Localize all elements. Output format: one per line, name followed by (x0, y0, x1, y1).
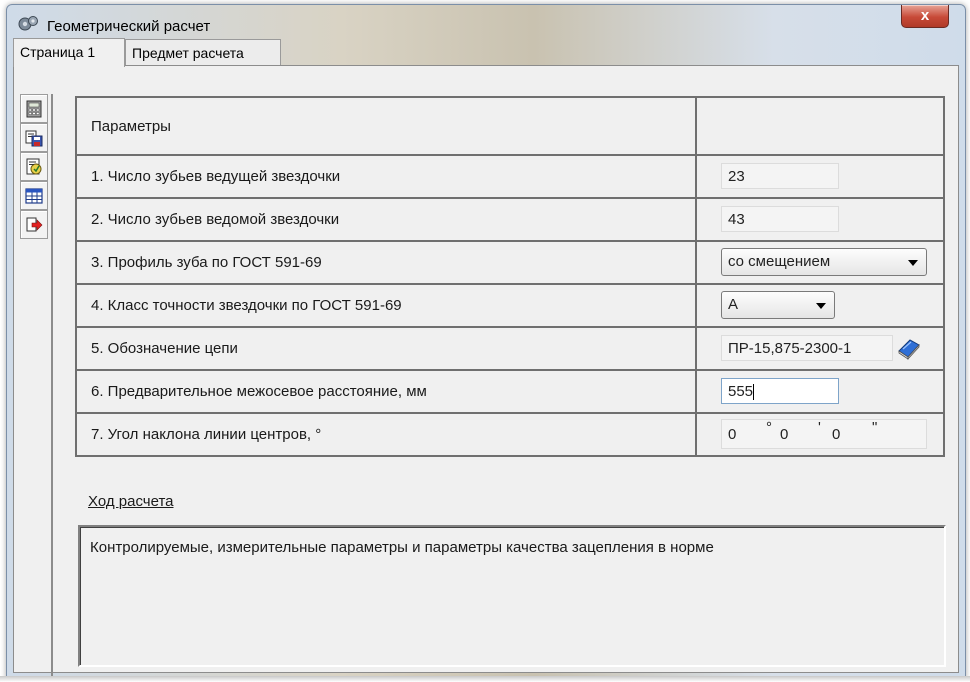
tab-page-1[interactable]: Страница 1 (13, 38, 125, 67)
row-label: 5. Обозначение цепи (75, 326, 697, 371)
angle-degrees-value[interactable]: 0 (728, 426, 736, 443)
chevron-down-icon (908, 260, 918, 266)
row-label: 1. Число зубьев ведущей звездочки (75, 154, 697, 199)
accuracy-class-value: А (728, 296, 739, 313)
title-bar[interactable]: Геометрический расчет x (7, 5, 965, 39)
side-toolbar (20, 94, 48, 239)
chain-designation-input[interactable]: ПР-15,875-2300-1 (721, 335, 893, 361)
calculation-progress-link[interactable]: Ход расчета (88, 493, 174, 510)
text-cursor (753, 384, 755, 401)
row-label: 3. Профиль зуба по ГОСТ 591-69 (75, 240, 697, 285)
seconds-symbol: " (872, 419, 878, 436)
report-icon (26, 158, 42, 174)
window-bottom-shadow (0, 676, 970, 682)
angle-seconds-value[interactable]: 0 (832, 426, 840, 443)
table-row: 7. Угол наклона линии центров, ° 0 ° 0 '… (75, 412, 945, 457)
table-row: 6. Предварительное межосевое расстояние,… (75, 369, 945, 414)
grid-header-values (695, 96, 945, 156)
table-icon (25, 187, 43, 204)
drive-sprocket-teeth-input[interactable]: 23 (721, 163, 839, 189)
center-line-angle-input[interactable]: 0 ° 0 ' 0 " (721, 419, 927, 449)
parameters-grid: Параметры 1. Число зубьев ведущей звездо… (75, 96, 945, 457)
close-button[interactable]: x (901, 5, 949, 28)
center-distance-value: 555 (728, 383, 754, 400)
row-label: 2. Число зубьев ведомой звездочки (75, 197, 697, 242)
table-row: 4. Класс точности звездочки по ГОСТ 591-… (75, 283, 945, 328)
app-gear-icon (18, 16, 38, 31)
result-text: Контролируемые, измерительные параметры … (90, 539, 714, 556)
minutes-symbol: ' (818, 419, 821, 436)
tab-subject[interactable]: Предмет расчета (125, 39, 281, 66)
grid-header-row: Параметры (75, 96, 945, 156)
exit-button[interactable] (20, 210, 48, 239)
center-distance-input[interactable]: 555 (721, 378, 839, 404)
chevron-down-icon (816, 303, 826, 309)
save-button[interactable] (20, 123, 48, 152)
window-title: Геометрический расчет (47, 18, 211, 35)
row-label: 6. Предварительное межосевое расстояние,… (75, 369, 697, 414)
save-icon (25, 130, 43, 146)
table-row: 5. Обозначение цепи ПР-15,875-2300-1 (75, 326, 945, 371)
table-row: 1. Число зубьев ведущей звездочки 23 (75, 154, 945, 199)
table-button[interactable] (20, 181, 48, 210)
calculation-result-box[interactable]: Контролируемые, измерительные параметры … (78, 525, 946, 667)
row-label: 4. Класс точности звездочки по ГОСТ 591-… (75, 283, 697, 328)
accuracy-class-select[interactable]: А (721, 291, 835, 319)
angle-minutes-value[interactable]: 0 (780, 426, 788, 443)
grid-header-parameters: Параметры (75, 96, 697, 156)
row-label: 7. Угол наклона линии центров, ° (75, 412, 697, 457)
report-button[interactable] (20, 152, 48, 181)
toolbar-divider (51, 94, 53, 678)
exit-icon (26, 217, 43, 231)
driven-sprocket-teeth-input[interactable]: 43 (721, 206, 839, 232)
table-row: 2. Число зубьев ведомой звездочки 43 (75, 197, 945, 242)
chain-catalog-button[interactable] (895, 336, 923, 362)
book-icon (898, 339, 920, 361)
table-row: 3. Профиль зуба по ГОСТ 591-69 со смещен… (75, 240, 945, 285)
calculate-button[interactable] (20, 94, 48, 123)
degrees-symbol: ° (766, 419, 772, 436)
tooth-profile-select[interactable]: со смещением (721, 248, 927, 276)
tooth-profile-value: со смещением (728, 253, 831, 270)
calculator-icon (26, 100, 42, 117)
